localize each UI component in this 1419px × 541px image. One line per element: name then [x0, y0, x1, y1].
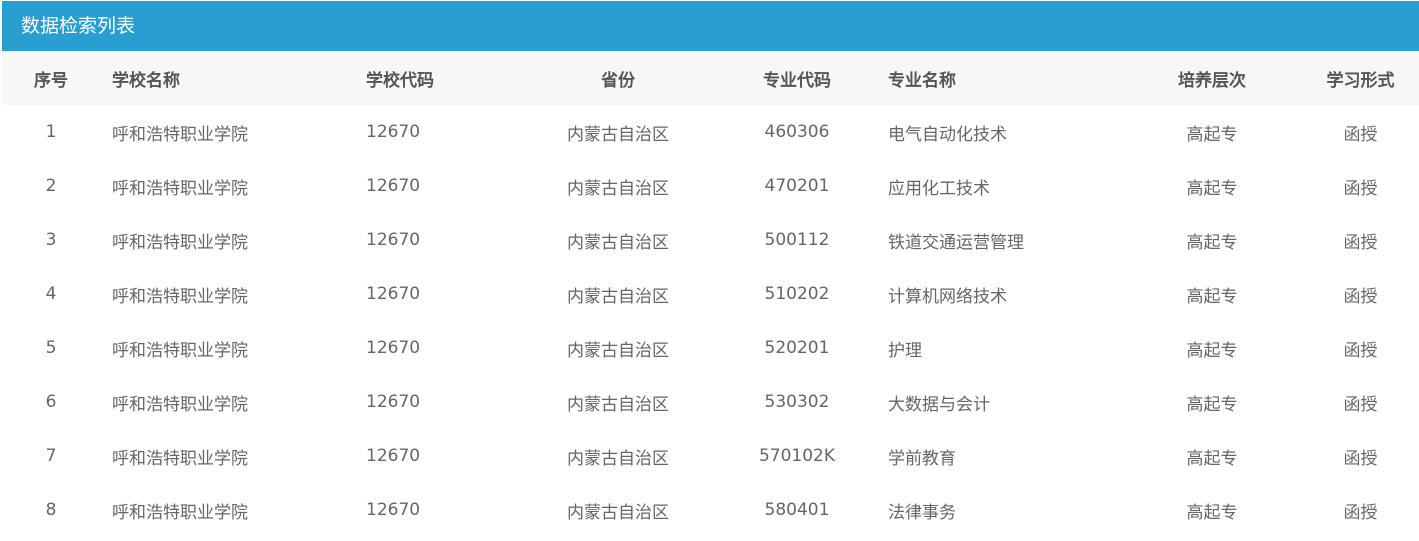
col-header-index: 序号: [34, 70, 68, 91]
cell-level: 高起专: [1186, 124, 1238, 145]
cell-study-mode: 函授: [1343, 178, 1378, 199]
col-header-level: 培养层次: [1178, 70, 1246, 91]
table-header-row: 序号 学校名称 学校代码 省份 专业代码 专业名称 培养层次 学习形式: [2, 51, 1419, 105]
cell-study-mode: 函授: [1343, 124, 1378, 145]
cell-province: 内蒙古自治区: [567, 124, 669, 145]
col-header-study-mode: 学习形式: [1326, 70, 1395, 91]
cell-major-name: 法律事务: [888, 502, 956, 523]
cell-study-mode: 函授: [1343, 286, 1378, 307]
cell-school-code: 12670: [366, 176, 421, 196]
cell-school-code: 12670: [366, 338, 421, 358]
cell-major-code: 510202: [764, 284, 830, 304]
cell-province: 内蒙古自治区: [567, 232, 669, 253]
cell-major-name: 大数据与会计: [888, 394, 990, 415]
cell-school-code: 12670: [366, 122, 421, 142]
cell-major-code: 580401: [764, 500, 830, 520]
cell-province: 内蒙古自治区: [567, 286, 669, 307]
col-header-major-code: 专业代码: [763, 70, 831, 91]
cell-province: 内蒙古自治区: [567, 502, 669, 523]
cell-major-name: 计算机网络技术: [888, 286, 1007, 307]
cell-index: 3: [45, 230, 57, 250]
table-row: 3 呼和浩特职业学院 12670 内蒙古自治区 500112 铁道交通运营管理 高起专 函授: [2, 213, 1419, 267]
cell-major-name: 应用化工技术: [888, 178, 990, 199]
results-table: 序号 学校名称 学校代码 省份 专业代码 专业名称 培养层次 学习形式 1 呼和浩…: [2, 51, 1419, 537]
cell-major-code: 520201: [764, 338, 830, 358]
cell-major-name: 电气自动化技术: [888, 124, 1007, 145]
cell-level: 高起专: [1186, 448, 1238, 469]
cell-level: 高起专: [1186, 232, 1238, 253]
cell-level: 高起专: [1186, 394, 1238, 415]
cell-study-mode: 函授: [1343, 340, 1378, 361]
cell-province: 内蒙古自治区: [567, 340, 669, 361]
cell-school-name: 呼和浩特职业学院: [112, 448, 248, 469]
cell-index: 8: [45, 500, 57, 520]
cell-study-mode: 函授: [1343, 448, 1378, 469]
cell-study-mode: 函授: [1343, 232, 1378, 253]
cell-major-code: 570102K: [758, 446, 836, 466]
cell-province: 内蒙古自治区: [567, 178, 669, 199]
col-header-province: 省份: [601, 70, 635, 91]
cell-major-name: 护理: [888, 340, 922, 361]
cell-school-name: 呼和浩特职业学院: [112, 178, 248, 199]
panel-title: 数据检索列表: [2, 1, 1419, 51]
cell-school-code: 12670: [366, 392, 421, 412]
cell-school-name: 呼和浩特职业学院: [112, 286, 248, 307]
cell-index: 6: [45, 392, 57, 412]
cell-province: 内蒙古自治区: [567, 448, 669, 469]
cell-index: 7: [45, 446, 57, 466]
search-results-panel: 数据检索列表 序号 学校名称 学校代码 省份 专业代码 专业名称 培养层次 学习…: [2, 1, 1419, 541]
cell-province: 内蒙古自治区: [567, 394, 669, 415]
cell-major-code: 470201: [764, 176, 830, 196]
col-header-major-name: 专业名称: [888, 70, 956, 91]
cell-major-code: 460306: [764, 122, 830, 142]
table-row: 4 呼和浩特职业学院 12670 内蒙古自治区 510202 计算机网络技术 高起专 函授: [2, 267, 1419, 321]
cell-level: 高起专: [1186, 286, 1238, 307]
cell-school-code: 12670: [366, 500, 421, 520]
col-header-school-name: 学校名称: [112, 70, 180, 91]
cell-school-code: 12670: [366, 230, 421, 250]
cell-school-code: 12670: [366, 446, 421, 466]
cell-major-name: 学前教育: [888, 448, 956, 469]
table-row: 5 呼和浩特职业学院 12670 内蒙古自治区 520201 护理 高起专 函授: [2, 321, 1419, 375]
cell-school-name: 呼和浩特职业学院: [112, 124, 248, 145]
cell-level: 高起专: [1186, 502, 1238, 523]
cell-index: 5: [45, 338, 57, 358]
cell-study-mode: 函授: [1343, 502, 1378, 523]
cell-school-name: 呼和浩特职业学院: [112, 340, 248, 361]
col-header-school-code: 学校代码: [366, 70, 434, 91]
table-row: 7 呼和浩特职业学院 12670 内蒙古自治区 570102K 学前教育 高起专 函授: [2, 429, 1419, 483]
cell-major-name: 铁道交通运营管理: [888, 232, 1024, 253]
cell-level: 高起专: [1186, 340, 1238, 361]
cell-major-code: 500112: [764, 230, 830, 250]
cell-index: 2: [45, 176, 57, 196]
cell-school-name: 呼和浩特职业学院: [112, 394, 248, 415]
table-row: 8 呼和浩特职业学院 12670 内蒙古自治区 580401 法律事务 高起专 函授: [2, 483, 1419, 537]
cell-index: 4: [45, 284, 57, 304]
table-row: 1 呼和浩特职业学院 12670 内蒙古自治区 460306 电气自动化技术 高起专 函授: [2, 105, 1419, 159]
table-row: 6 呼和浩特职业学院 12670 内蒙古自治区 530302 大数据与会计 高起专 函授: [2, 375, 1419, 429]
cell-major-code: 530302: [764, 392, 830, 412]
table-row: 2 呼和浩特职业学院 12670 内蒙古自治区 470201 应用化工技术 高起专 函授: [2, 159, 1419, 213]
cell-index: 1: [45, 122, 57, 142]
cell-school-name: 呼和浩特职业学院: [112, 232, 248, 253]
cell-school-name: 呼和浩特职业学院: [112, 502, 248, 523]
cell-school-code: 12670: [366, 284, 421, 304]
cell-level: 高起专: [1186, 178, 1238, 199]
cell-study-mode: 函授: [1343, 394, 1378, 415]
